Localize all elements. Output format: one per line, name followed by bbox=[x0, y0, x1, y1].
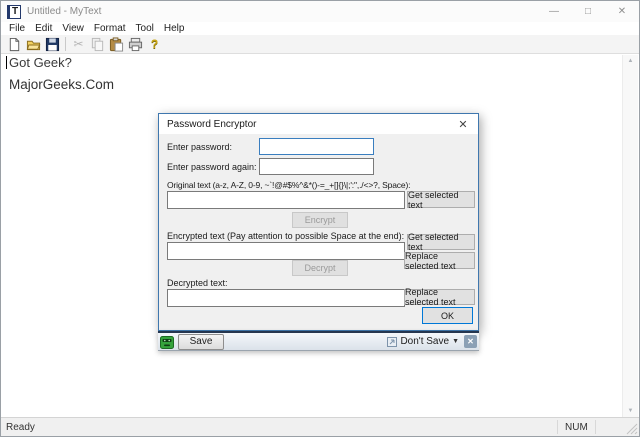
save-bar-close-button[interactable]: ✕ bbox=[464, 335, 477, 348]
password-again-input[interactable] bbox=[259, 158, 374, 175]
decrypt-button: Decrypt bbox=[292, 260, 348, 276]
dialog-close-icon: ✕ bbox=[458, 118, 468, 131]
new-file-button[interactable] bbox=[5, 36, 24, 53]
menu-item-tool[interactable]: Tool bbox=[131, 23, 159, 34]
document-text-line: MajorGeeks.Com bbox=[9, 77, 115, 92]
cut-button: ✂ bbox=[69, 36, 88, 53]
app-window: T Untitled - MyText — □ ✕ File Edit View… bbox=[0, 0, 640, 437]
title-bar: T Untitled - MyText — □ ✕ bbox=[1, 1, 639, 22]
password-encryptor-dialog: Password Encryptor ✕ Enter password: Ent… bbox=[158, 113, 479, 331]
menu-item-edit[interactable]: Edit bbox=[30, 23, 57, 34]
enter-password-label: Enter password: bbox=[167, 142, 233, 152]
original-text-label: Original text (a-z, A-Z, 0-9, ~`!@#$%^&*… bbox=[167, 180, 411, 190]
window-title: Untitled - MyText bbox=[27, 6, 102, 17]
encrypted-text-label: Encrypted text (Pay attention to possibl… bbox=[167, 231, 405, 241]
copy-pages-icon bbox=[91, 37, 104, 51]
help-button[interactable]: ? bbox=[145, 36, 164, 53]
new-file-icon bbox=[9, 37, 20, 51]
text-caret bbox=[6, 56, 7, 69]
replace-selected-text-button-decrypted[interactable]: Replace selected text bbox=[404, 287, 475, 307]
save-bar-close-icon: ✕ bbox=[467, 337, 474, 346]
window-controls: — □ ✕ bbox=[537, 1, 639, 22]
menu-item-format[interactable]: Format bbox=[89, 23, 131, 34]
encrypt-button: Encrypt bbox=[292, 212, 348, 228]
close-button[interactable]: ✕ bbox=[605, 1, 639, 22]
chevron-down-icon[interactable]: ▼ bbox=[452, 338, 459, 345]
menu-item-view[interactable]: View bbox=[57, 23, 89, 34]
maximize-icon: □ bbox=[584, 6, 592, 17]
dialog-close-button[interactable]: ✕ bbox=[448, 114, 478, 134]
decrypted-text-label: Decrypted text: bbox=[167, 278, 228, 288]
get-selected-text-button-encrypted[interactable]: Get selected text bbox=[407, 232, 475, 252]
status-separator bbox=[557, 420, 558, 434]
open-file-button[interactable] bbox=[24, 36, 43, 53]
original-text-input[interactable] bbox=[167, 191, 405, 209]
print-button[interactable] bbox=[126, 36, 145, 53]
dont-save-group[interactable]: Don't Save ▼ ✕ bbox=[386, 335, 479, 348]
dont-save-window-icon bbox=[387, 336, 398, 347]
menu-item-help[interactable]: Help bbox=[159, 23, 190, 34]
save-floppy-icon bbox=[45, 37, 60, 51]
help-question-icon: ? bbox=[150, 37, 159, 51]
print-printer-icon bbox=[128, 37, 143, 51]
scroll-down-icon[interactable]: ▼ bbox=[623, 408, 638, 414]
save-password-bar: Save Don't Save ▼ ✕ bbox=[158, 331, 479, 351]
password-manager-robot-icon bbox=[160, 335, 174, 349]
get-selected-text-button-original[interactable]: Get selected text bbox=[407, 190, 475, 210]
minimize-button[interactable]: — bbox=[537, 1, 571, 22]
menu-bar: File Edit View Format Tool Help bbox=[1, 22, 639, 35]
status-bar: Ready NUM bbox=[1, 417, 639, 436]
paste-clipboard-icon bbox=[109, 36, 124, 52]
vertical-scrollbar[interactable]: ▲ ▼ bbox=[622, 55, 638, 417]
toolbar-separator bbox=[65, 37, 66, 51]
scroll-up-icon[interactable]: ▲ bbox=[623, 58, 638, 64]
resize-grip[interactable] bbox=[625, 422, 638, 435]
open-folder-icon bbox=[26, 40, 41, 50]
dialog-title: Password Encryptor bbox=[167, 118, 257, 130]
save-button-bar[interactable]: Save bbox=[178, 333, 224, 350]
encrypted-text-input[interactable] bbox=[167, 242, 405, 260]
document-text-line: Got Geek? bbox=[9, 55, 72, 70]
app-icon: T bbox=[7, 4, 21, 19]
minimize-icon: — bbox=[549, 6, 559, 17]
num-lock-indicator: NUM bbox=[565, 422, 588, 433]
password-input[interactable] bbox=[259, 138, 374, 155]
paste-button[interactable] bbox=[107, 36, 126, 53]
app-icon-letter: T bbox=[11, 5, 19, 17]
decrypted-text-input[interactable] bbox=[167, 289, 405, 307]
replace-selected-text-button-encrypted[interactable]: Replace selected text bbox=[404, 251, 475, 271]
save-button[interactable] bbox=[43, 36, 62, 53]
status-message: Ready bbox=[6, 422, 35, 433]
toolbar: ✂ ? bbox=[1, 35, 639, 54]
status-separator bbox=[595, 420, 596, 434]
copy-button bbox=[88, 36, 107, 53]
dont-save-label[interactable]: Don't Save bbox=[400, 336, 449, 347]
close-icon: ✕ bbox=[617, 6, 627, 17]
maximize-button[interactable]: □ bbox=[571, 1, 605, 22]
menu-item-file[interactable]: File bbox=[4, 23, 30, 34]
enter-password-again-label: Enter password again: bbox=[167, 162, 257, 172]
dialog-title-bar[interactable]: Password Encryptor ✕ bbox=[159, 114, 478, 134]
ok-button[interactable]: OK bbox=[422, 307, 473, 324]
cut-scissors-icon: ✂ bbox=[73, 37, 84, 51]
